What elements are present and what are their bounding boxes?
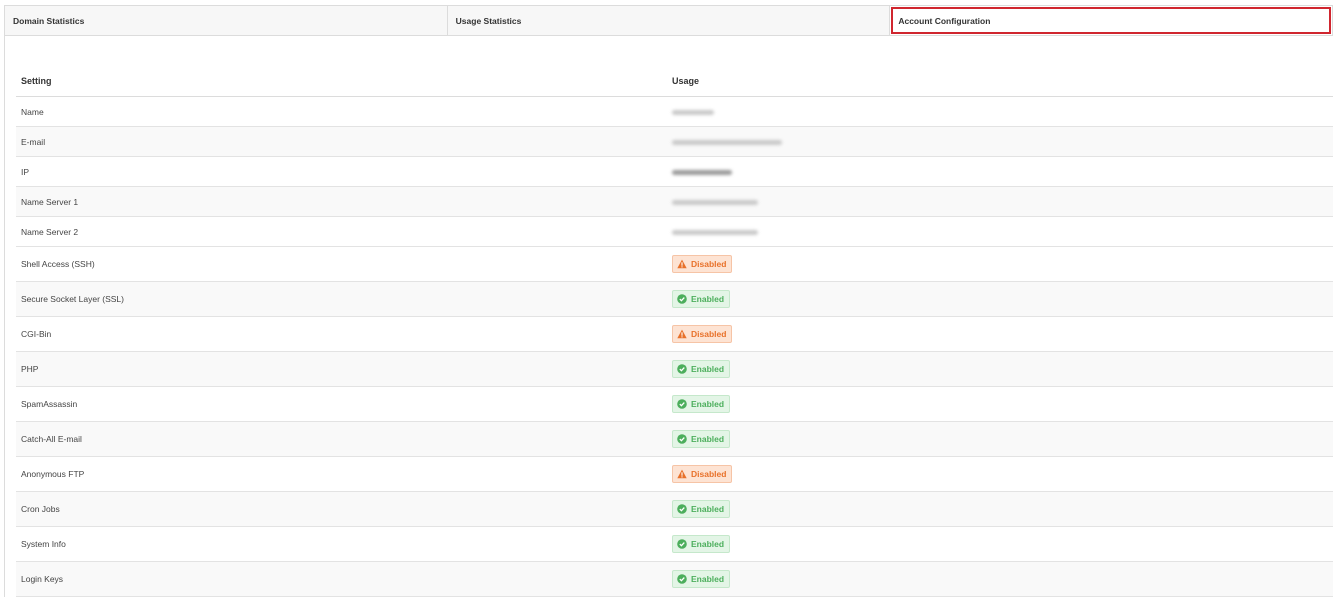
table-row: IP [16, 156, 1333, 187]
tab-label: Account Configuration [898, 15, 991, 26]
check-circle-icon [677, 574, 687, 584]
table-row: Secure Socket Layer (SSL) Enabled [16, 281, 1333, 317]
warning-triangle-icon [677, 469, 687, 479]
check-circle-icon [677, 504, 687, 514]
status-badge: Enabled [672, 430, 731, 448]
table-header-row: Setting Usage [16, 66, 1333, 97]
tab-label: Usage Statistics [455, 15, 522, 26]
tab-content: Setting Usage Name E-mail IP Name Server… [4, 36, 1333, 597]
usage-value: Disabled [667, 456, 1333, 492]
redacted-value [672, 169, 732, 175]
usage-value [667, 156, 1333, 187]
status-label: Enabled [691, 294, 725, 304]
usage-value: Disabled [667, 246, 1333, 282]
setting-name: Name [16, 96, 667, 127]
configuration-table: Setting Usage Name E-mail IP Name Server… [16, 66, 1333, 597]
setting-name: PHP [16, 351, 667, 387]
table-row: System Info Enabled [16, 526, 1333, 562]
usage-value [667, 186, 1333, 217]
status-label: Enabled [691, 539, 725, 549]
usage-value: Enabled [667, 351, 1333, 387]
status-badge: Enabled [672, 570, 731, 588]
check-circle-icon [677, 539, 687, 549]
status-label: Enabled [691, 364, 725, 374]
table-row: Name [16, 96, 1333, 127]
usage-value: Enabled [667, 526, 1333, 562]
check-circle-icon [677, 399, 687, 409]
setting-name: System Info [16, 526, 667, 562]
status-label: Disabled [691, 259, 727, 269]
table-row: Login Keys Enabled [16, 561, 1333, 597]
usage-value: Enabled [667, 281, 1333, 317]
check-circle-icon [677, 294, 687, 304]
usage-value [667, 96, 1333, 127]
table-row: Name Server 1 [16, 186, 1333, 217]
setting-name: SpamAssassin [16, 386, 667, 422]
table-row: Shell Access (SSH) Disabled [16, 246, 1333, 282]
tab-usage-statistics[interactable]: Usage Statistics [448, 6, 891, 35]
column-header-setting: Setting [16, 66, 667, 97]
status-badge: Enabled [672, 360, 731, 378]
usage-value: Enabled [667, 491, 1333, 527]
table-row: Name Server 2 [16, 216, 1333, 247]
usage-value [667, 216, 1333, 247]
status-label: Enabled [691, 574, 725, 584]
check-circle-icon [677, 434, 687, 444]
redacted-value [672, 139, 782, 145]
status-badge: Enabled [672, 395, 731, 413]
status-label: Disabled [691, 329, 727, 339]
status-label: Enabled [691, 434, 725, 444]
redacted-value [672, 229, 758, 235]
redacted-value [672, 199, 758, 205]
tab-account-configuration[interactable]: Account Configuration [890, 6, 1333, 35]
status-badge: Enabled [672, 535, 731, 553]
check-circle-icon [677, 364, 687, 374]
tab-domain-statistics[interactable]: Domain Statistics [5, 6, 448, 35]
usage-value: Enabled [667, 386, 1333, 422]
setting-name: Secure Socket Layer (SSL) [16, 281, 667, 317]
setting-name: Cron Jobs [16, 491, 667, 527]
redacted-value [672, 109, 714, 115]
usage-value: Enabled [667, 561, 1333, 597]
usage-value [667, 126, 1333, 157]
tab-label: Domain Statistics [13, 15, 85, 26]
tab-bar: Domain Statistics Usage Statistics Accou… [4, 5, 1333, 36]
table-row: Catch-All E-mail Enabled [16, 421, 1333, 457]
table-row: PHP Enabled [16, 351, 1333, 387]
status-label: Enabled [691, 504, 725, 514]
warning-triangle-icon [677, 329, 687, 339]
setting-name: Name Server 2 [16, 216, 667, 247]
status-badge: Disabled [672, 255, 733, 273]
setting-name: Shell Access (SSH) [16, 246, 667, 282]
setting-name: Name Server 1 [16, 186, 667, 217]
status-badge: Enabled [672, 290, 731, 308]
setting-name: Anonymous FTP [16, 456, 667, 492]
column-header-usage: Usage [667, 66, 1333, 97]
setting-name: E-mail [16, 126, 667, 157]
account-page: Domain Statistics Usage Statistics Accou… [0, 0, 1333, 597]
setting-name: CGI-Bin [16, 316, 667, 352]
status-badge: Enabled [672, 500, 731, 518]
table-row: Cron Jobs Enabled [16, 491, 1333, 527]
usage-value: Enabled [667, 421, 1333, 457]
table-row: E-mail [16, 126, 1333, 157]
setting-name: Login Keys [16, 561, 667, 597]
status-label: Disabled [691, 469, 727, 479]
table-row: Anonymous FTP Disabled [16, 456, 1333, 492]
table-row: SpamAssassin Enabled [16, 386, 1333, 422]
status-badge: Disabled [672, 325, 733, 343]
status-label: Enabled [691, 399, 725, 409]
warning-triangle-icon [677, 259, 687, 269]
setting-name: IP [16, 156, 667, 187]
usage-value: Disabled [667, 316, 1333, 352]
table-row: CGI-Bin Disabled [16, 316, 1333, 352]
status-badge: Disabled [672, 465, 733, 483]
setting-name: Catch-All E-mail [16, 421, 667, 457]
feature-rows: Shell Access (SSH) Disabled Secure Socket … [16, 246, 1333, 597]
